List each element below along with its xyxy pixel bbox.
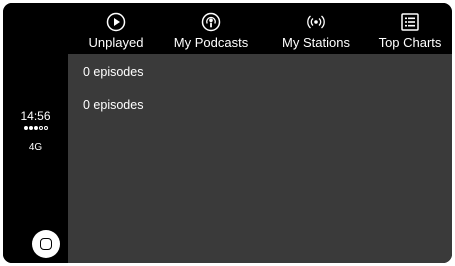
clock: 14:56 bbox=[20, 109, 51, 123]
tab-label: My Stations bbox=[282, 35, 350, 50]
tab-my-podcasts[interactable]: My Podcasts bbox=[171, 12, 251, 54]
episode-list: 0 episodes 0 episodes bbox=[68, 54, 452, 263]
tab-top-charts[interactable]: Top Charts bbox=[374, 12, 446, 54]
status-sidebar: 14:56 4G bbox=[3, 3, 68, 263]
broadcast-icon bbox=[307, 15, 325, 29]
tab-bar: Unplayed My Podcasts My Stations Top Cha… bbox=[68, 3, 452, 54]
tab-label: Top Charts bbox=[378, 35, 442, 50]
home-button[interactable] bbox=[32, 230, 60, 258]
home-icon bbox=[40, 238, 52, 250]
tab-unplayed[interactable]: Unplayed bbox=[84, 12, 148, 54]
tab-my-stations[interactable]: My Stations bbox=[276, 12, 356, 54]
signal-dot bbox=[23, 126, 28, 130]
carplay-screen: 14:56 4G Unplayed My Podcasts My Station… bbox=[3, 3, 452, 263]
signal-dot bbox=[38, 126, 43, 130]
list-icon bbox=[401, 13, 419, 31]
tab-label: Unplayed bbox=[88, 35, 144, 50]
podcast-icon bbox=[201, 12, 221, 32]
signal-dot bbox=[33, 126, 38, 130]
network-type: 4G bbox=[28, 142, 43, 153]
list-item[interactable]: 0 episodes bbox=[83, 65, 143, 79]
signal-dot bbox=[28, 126, 33, 130]
tab-label: My Podcasts bbox=[173, 35, 249, 50]
signal-dot bbox=[43, 126, 48, 130]
list-item[interactable]: 0 episodes bbox=[83, 98, 143, 112]
play-circle-icon bbox=[106, 12, 126, 32]
signal-strength-indicator bbox=[3, 126, 68, 130]
